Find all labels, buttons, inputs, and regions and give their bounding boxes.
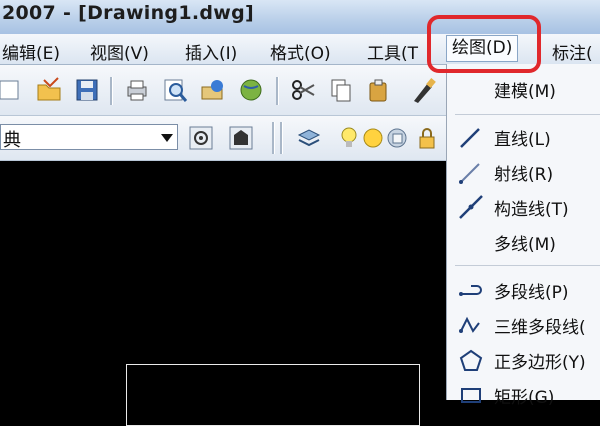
- style-dropdown[interactable]: 典: [0, 124, 178, 151]
- highlight-ring: [427, 15, 541, 73]
- menu-item-polygon[interactable]: 正多边形(Y): [447, 345, 600, 375]
- menu-item-construction-line[interactable]: 构造线(T): [447, 192, 600, 222]
- menu-item-modeling[interactable]: 建模(M): [447, 74, 600, 104]
- polyline-icon: [459, 285, 482, 296]
- menu-tools[interactable]: 工具(T: [367, 39, 418, 64]
- copy-icon[interactable]: [328, 77, 354, 103]
- menu-edit[interactable]: 编辑(E): [2, 39, 60, 64]
- polygon-icon: [459, 349, 483, 371]
- menu-item-label: 多线(M): [494, 235, 556, 255]
- rectangle-icon: [461, 388, 481, 403]
- menu-insert[interactable]: 插入(I): [185, 39, 237, 64]
- menu-view[interactable]: 视图(V): [90, 39, 149, 64]
- menu-item-label: 多段线(P): [494, 283, 569, 303]
- menu-item-polyline[interactable]: 多段线(P): [447, 275, 600, 305]
- plot-preview-icon[interactable]: [162, 77, 188, 103]
- construction-line-icon: [459, 195, 483, 219]
- layer-on-off-icon[interactable]: [336, 125, 362, 151]
- chevron-down-icon[interactable]: [161, 134, 173, 142]
- web-icon[interactable]: [238, 77, 264, 103]
- menu-item-label: 直线(L): [494, 130, 551, 150]
- menu-item-label: 射线(R): [494, 165, 554, 185]
- drawn-rectangle: [126, 364, 420, 426]
- menu-format[interactable]: 格式(O): [270, 39, 331, 64]
- toolbar-divider: [110, 77, 113, 105]
- menu-item-label: 构造线(T): [494, 200, 569, 220]
- toolbar-divider: [276, 77, 279, 105]
- menu-item-label: 正多边形(Y): [494, 353, 586, 373]
- 3d-polyline-icon: [459, 316, 480, 333]
- save-icon[interactable]: [74, 77, 100, 103]
- paste-icon[interactable]: [366, 77, 392, 103]
- menu-item-multiline[interactable]: 多线(M): [447, 227, 600, 257]
- table-style-icon[interactable]: [228, 125, 254, 151]
- menu-item-line[interactable]: 直线(L): [447, 122, 600, 152]
- cut-icon[interactable]: [290, 77, 316, 103]
- layer-properties-icon[interactable]: [296, 125, 322, 151]
- layer-lock-icon[interactable]: [414, 125, 440, 151]
- menu-divider: [455, 265, 600, 266]
- publish-icon[interactable]: [200, 77, 226, 103]
- standard-toolbar: [0, 65, 446, 116]
- menu-item-label: 建模(M): [494, 82, 556, 102]
- open-folder-icon[interactable]: [36, 77, 62, 103]
- menu-item-label: 矩形(G): [494, 388, 555, 408]
- toolbar-divider: [272, 122, 275, 154]
- menu-item-rectangle[interactable]: 矩形(G): [447, 380, 600, 410]
- print-icon[interactable]: [124, 77, 150, 103]
- layer-viewport-icon[interactable]: [384, 125, 410, 151]
- window-title: 2007 - [Drawing1.dwg]: [2, 2, 255, 24]
- menu-item-ray[interactable]: 射线(R): [447, 157, 600, 187]
- line-icon: [460, 128, 480, 148]
- toolbar-divider: [280, 122, 283, 154]
- dimension-style-icon[interactable]: [188, 125, 214, 151]
- match-properties-icon[interactable]: [410, 77, 436, 103]
- new-file-icon[interactable]: [0, 77, 26, 103]
- draw-menu: 建模(M) 直线(L) 射线(R) 构造线(T) 多线(M) 多段线(P) 三维…: [446, 64, 600, 408]
- menu-divider: [455, 114, 600, 115]
- menu-item-3d-polyline[interactable]: 三维多段线(: [447, 310, 600, 340]
- menu-dimension[interactable]: 标注(: [552, 39, 593, 64]
- layer-freeze-icon[interactable]: [360, 125, 386, 151]
- ray-icon: [459, 163, 480, 184]
- style-dropdown-value: 典: [3, 130, 21, 151]
- menu-item-label: 三维多段线(: [494, 318, 586, 338]
